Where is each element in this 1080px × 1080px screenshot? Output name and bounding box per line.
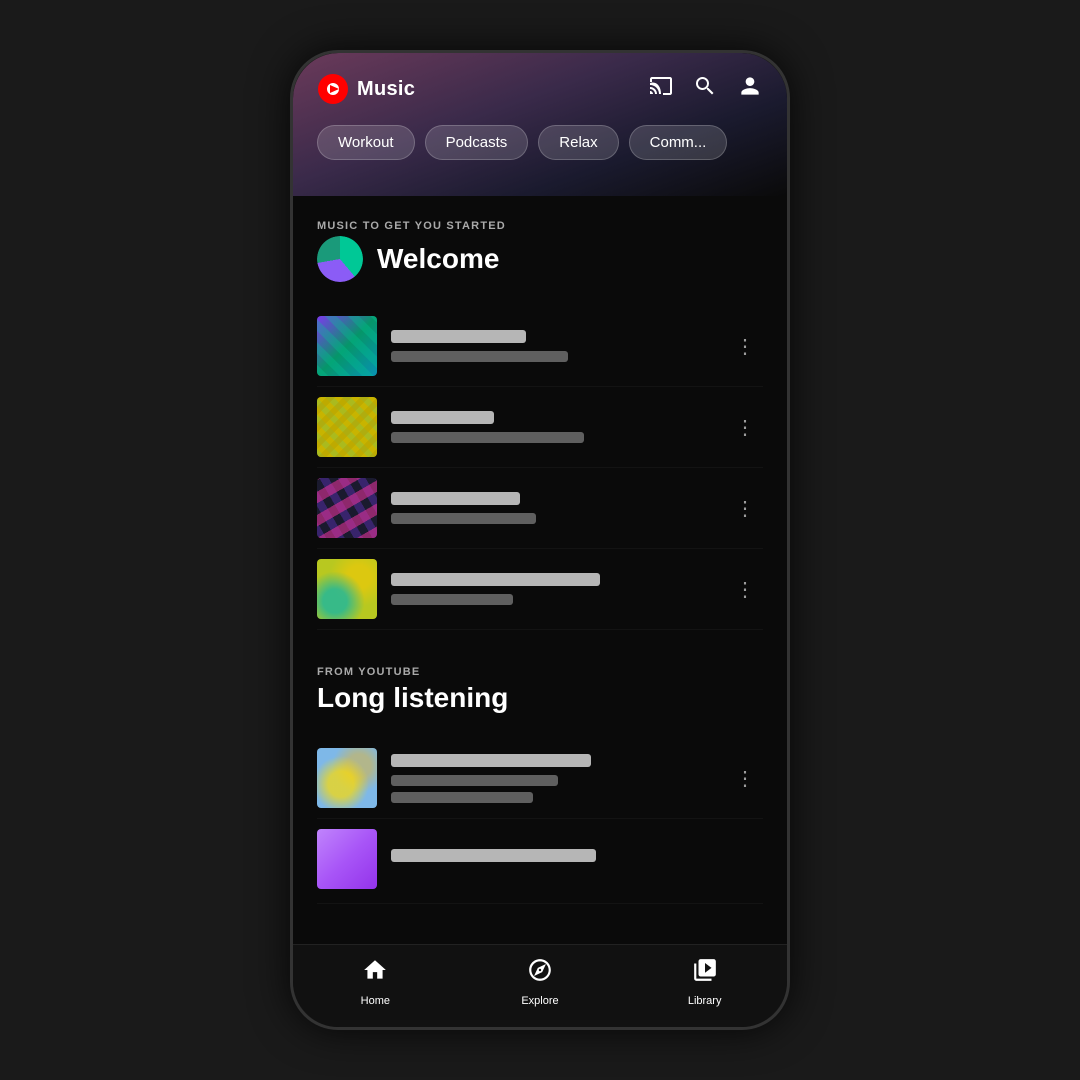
main-content: MUSIC TO GET YOU STARTED Welcome ⋮ — [293, 196, 787, 944]
track-more-button[interactable]: ⋮ — [727, 573, 763, 606]
explore-icon — [527, 957, 553, 990]
nav-explore-label: Explore — [521, 995, 558, 1007]
track-artist-bar — [391, 351, 568, 362]
welcome-avatar-circle — [317, 236, 363, 282]
bottom-navigation: Home Explore Library — [293, 944, 787, 1027]
track-item[interactable]: ⋮ — [317, 306, 763, 387]
section-title-welcome: Welcome — [317, 236, 763, 282]
track-thumbnail — [317, 829, 377, 889]
track-thumbnail — [317, 397, 377, 457]
track-item[interactable]: ⋮ — [317, 738, 763, 819]
header-background: Music — [293, 53, 787, 196]
app-screen: Music — [293, 53, 787, 1027]
track-artist-bar — [391, 775, 558, 786]
track-item[interactable] — [317, 819, 763, 904]
youtube-music-icon — [317, 73, 349, 105]
nav-home-label: Home — [361, 995, 390, 1007]
home-icon — [362, 957, 388, 990]
track-info — [391, 573, 713, 605]
track-title-bar — [391, 492, 520, 505]
app-name: Music — [357, 78, 415, 101]
library-icon — [692, 957, 718, 990]
section-eyebrow-long-listening: FROM YOUTUBE — [317, 666, 763, 678]
track-more-button[interactable]: ⋮ — [727, 762, 763, 795]
header-actions — [649, 73, 763, 105]
track-item[interactable]: ⋮ — [317, 549, 763, 630]
track-more-button[interactable]: ⋮ — [727, 492, 763, 525]
category-chip-relax[interactable]: Relax — [538, 125, 618, 160]
category-chip-community[interactable]: Comm... — [629, 125, 728, 160]
track-info — [391, 849, 763, 870]
welcome-track-list: ⋮ ⋮ ⋮ — [293, 306, 787, 630]
welcome-avatar — [317, 236, 363, 282]
track-artist-bar-2 — [391, 792, 533, 803]
track-info — [391, 330, 713, 362]
nav-explore[interactable]: Explore — [505, 957, 575, 1007]
track-more-button[interactable]: ⋮ — [727, 411, 763, 444]
app-logo: Music — [317, 73, 415, 105]
long-listening-section: FROM YOUTUBE Long listening — [293, 642, 787, 738]
nav-library-label: Library — [688, 995, 722, 1007]
category-chip-workout[interactable]: Workout — [317, 125, 415, 160]
track-thumbnail — [317, 748, 377, 808]
category-filter-row: Workout Podcasts Relax Comm... — [293, 117, 787, 176]
track-info — [391, 411, 713, 443]
track-title-bar — [391, 573, 600, 586]
welcome-title-text: Welcome — [377, 243, 499, 275]
track-more-button[interactable]: ⋮ — [727, 330, 763, 363]
category-chip-podcasts[interactable]: Podcasts — [425, 125, 529, 160]
cast-icon[interactable] — [649, 76, 673, 102]
search-icon[interactable] — [693, 74, 717, 104]
account-icon[interactable] — [737, 73, 763, 105]
nav-home[interactable]: Home — [340, 957, 410, 1007]
track-info — [391, 492, 713, 524]
track-artist-bar — [391, 594, 513, 605]
track-title-bar — [391, 411, 494, 424]
welcome-section: MUSIC TO GET YOU STARTED Welcome — [293, 196, 787, 306]
track-title-bar — [391, 754, 591, 767]
section-title-long-listening: Long listening — [317, 682, 763, 714]
top-bar: Music — [293, 53, 787, 117]
track-title-bar — [391, 330, 526, 343]
track-thumbnail — [317, 316, 377, 376]
long-listening-title-text: Long listening — [317, 682, 508, 714]
nav-library[interactable]: Library — [670, 957, 740, 1007]
track-title-bar — [391, 849, 596, 862]
track-thumbnail — [317, 559, 377, 619]
track-info — [391, 754, 713, 803]
track-thumbnail — [317, 478, 377, 538]
section-eyebrow-welcome: MUSIC TO GET YOU STARTED — [317, 220, 763, 232]
long-listening-track-list: ⋮ — [293, 738, 787, 904]
track-item[interactable]: ⋮ — [317, 387, 763, 468]
track-artist-bar — [391, 513, 536, 524]
track-item[interactable]: ⋮ — [317, 468, 763, 549]
track-artist-bar — [391, 432, 584, 443]
phone-device: Music — [290, 50, 790, 1030]
